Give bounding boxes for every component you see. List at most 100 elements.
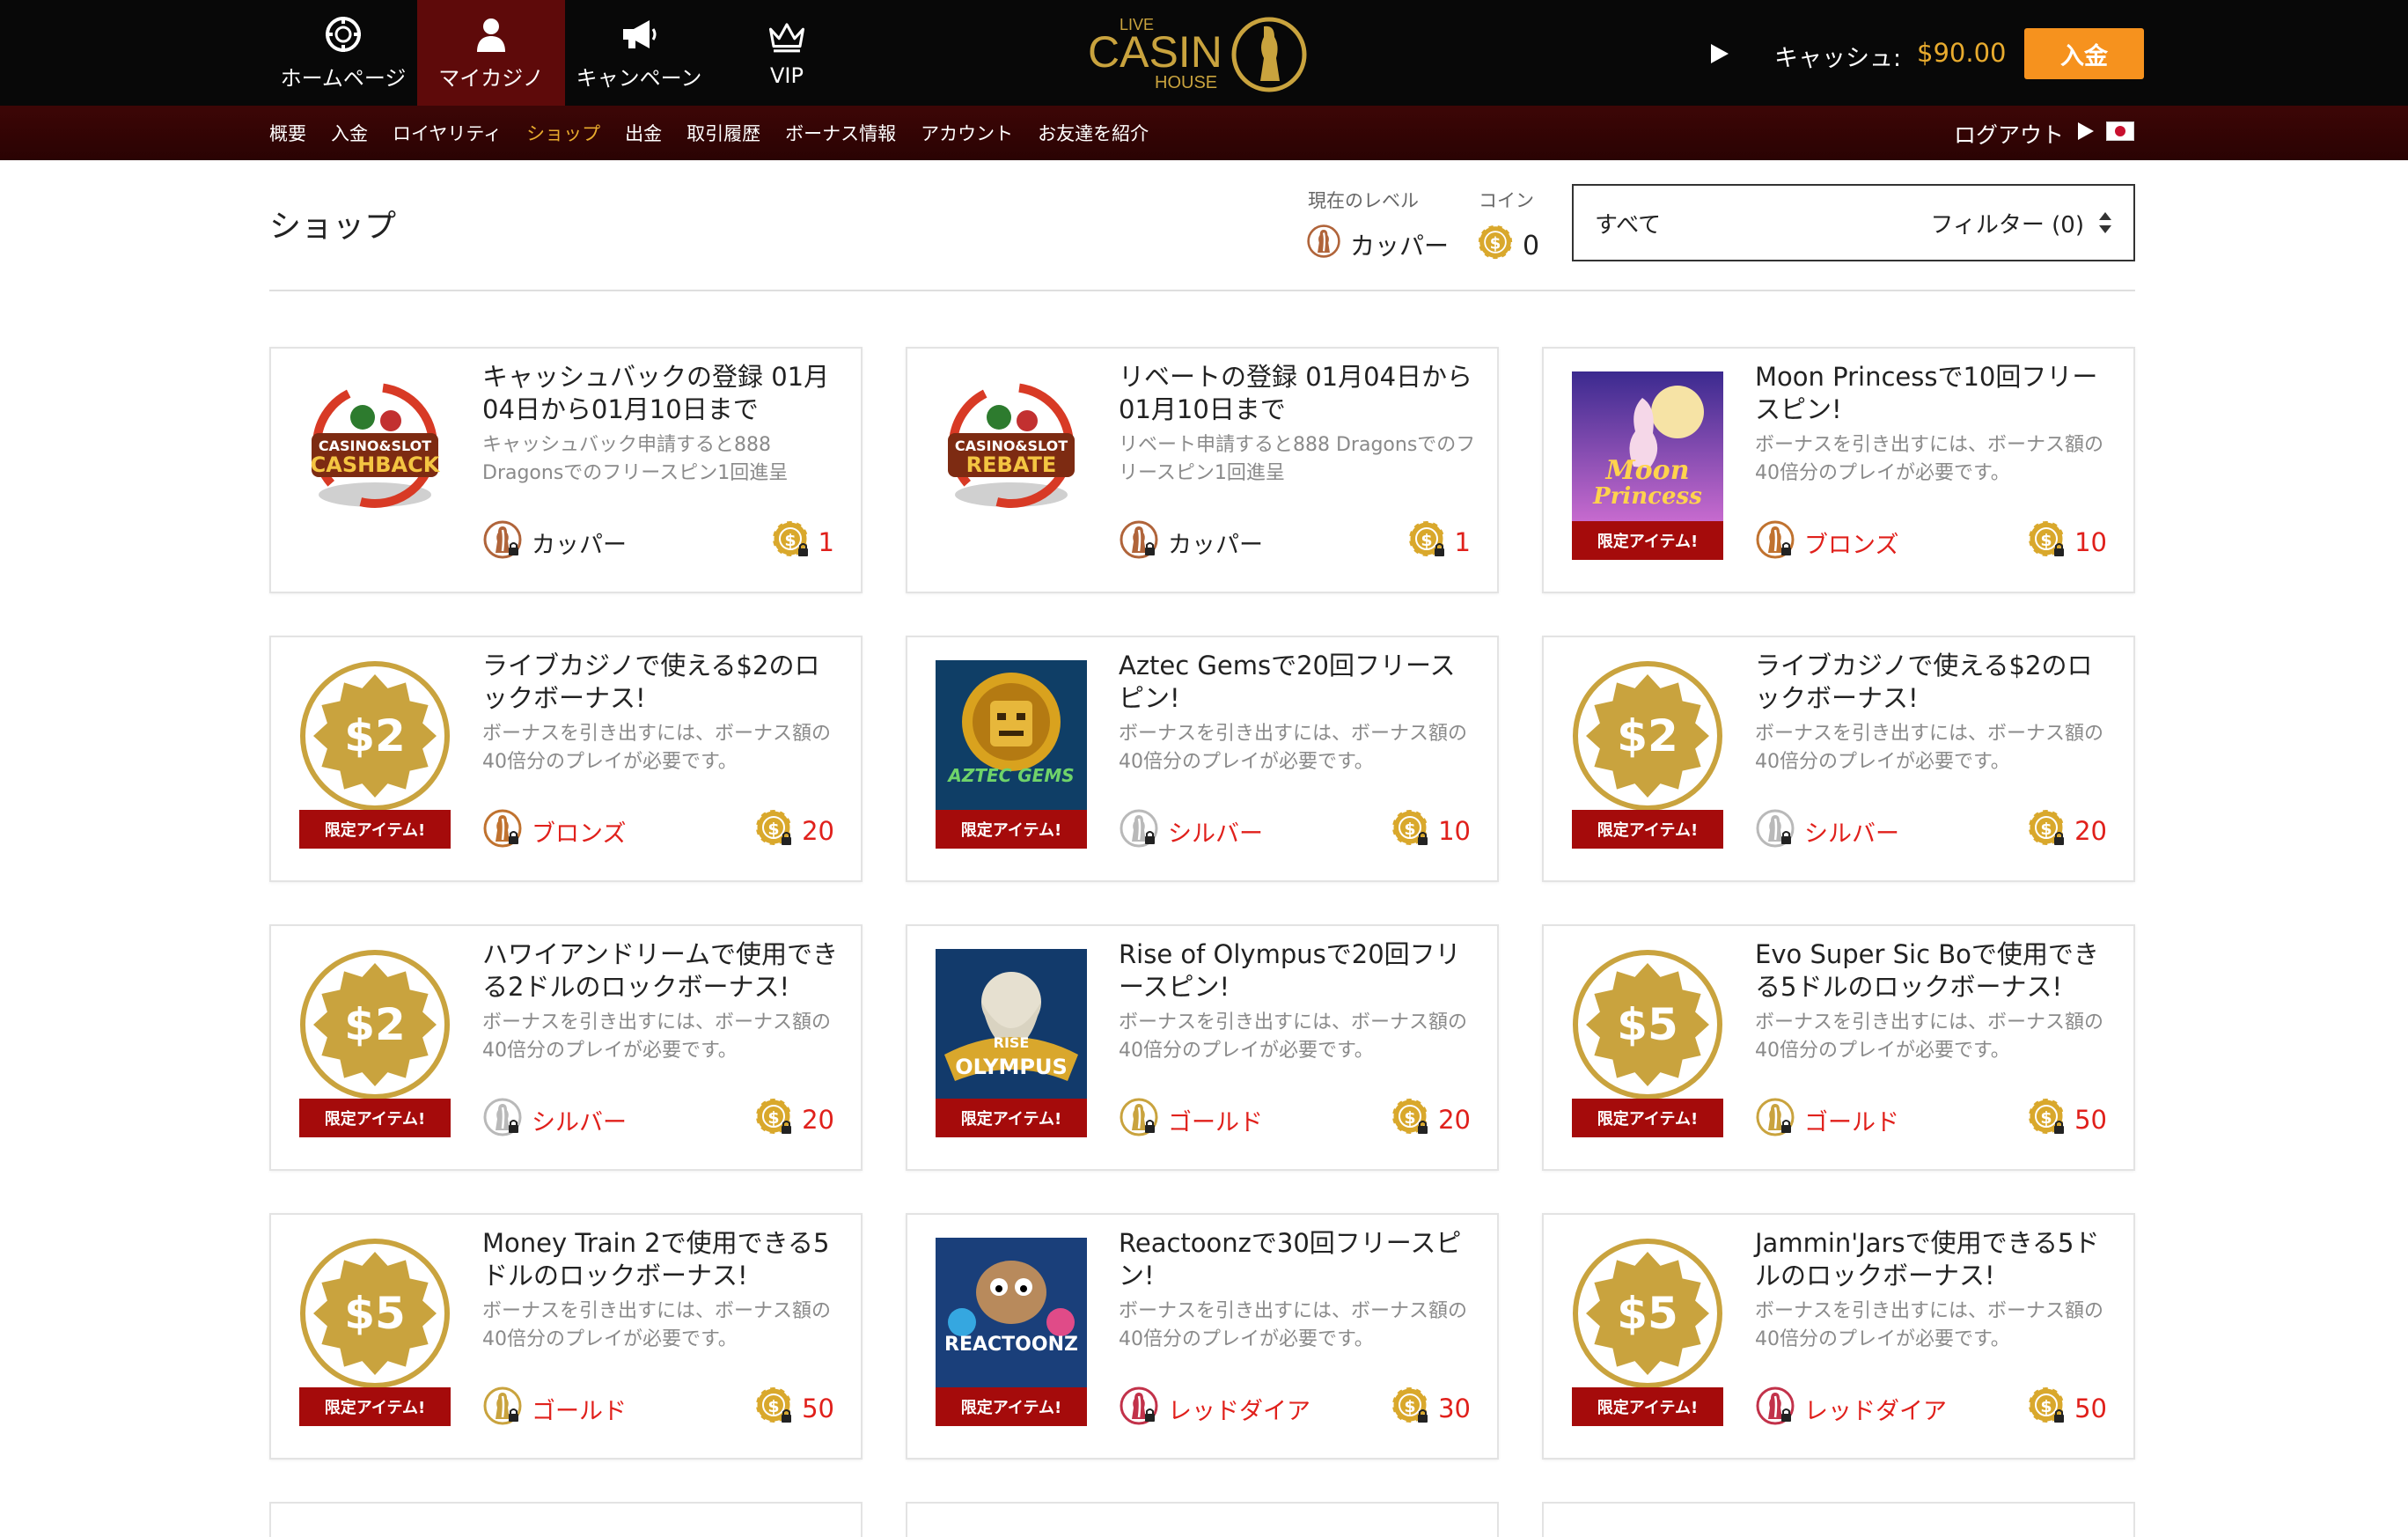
item-cost-value: 50 [2074, 1105, 2107, 1135]
required-tier-label: ゴールド [532, 1397, 627, 1425]
sort-arrows-icon [2098, 210, 2112, 235]
shop-item-card[interactable]: $5 Money Train 2で使用できる5ドルのロックボーナス! ボーナスを引き… [269, 1213, 863, 1460]
current-level: カッパー [1306, 224, 1449, 265]
shop-item-card[interactable]: $2 ハワイアンドリームで使用できる2ドルのロックボーナス! ボーナスを引き出すには… [269, 924, 863, 1171]
limited-item-badge: 限定アイテム! [299, 1099, 451, 1137]
limited-item-badge: 限定アイテム! [299, 810, 451, 849]
gold-tier-lock-icon [1755, 1097, 1795, 1144]
shop-item-card[interactable]: AZTEC GEMS Aztec Gemsで20回フリースピン! ボーナスを引き出す… [906, 636, 1499, 882]
limited-item-badge: 限定アイテム! [936, 1099, 1087, 1137]
item-title: Money Train 2で使用できる5ドルのロックボーナス! [482, 1228, 830, 1291]
shop-item-card[interactable]: $5 Evo Super Sic Boで使用できる5ドルのロックボーナス! ボーナス… [1542, 924, 2135, 1171]
item-cost-value: 20 [802, 816, 834, 846]
shop-item-card[interactable]: REACTOONZ Reactoonzで30回フリースピン! ボーナスを引き出すには… [906, 1213, 1499, 1460]
item-cost: $10 [1391, 808, 1471, 852]
coin-lock-icon: $ [2027, 1097, 2067, 1144]
shop-item-card[interactable]: $2 ライブカジノで使える$2のロックボーナス! ボーナスを引き出すには、ボーナス額… [269, 636, 863, 882]
user-icon [472, 15, 510, 54]
nav-campaign[interactable]: キャンペーン [565, 0, 713, 106]
subnav-account[interactable]: アカウント [921, 120, 1013, 146]
shop-item-card[interactable]: Moon Princess Moon Princessで10回フリースピン! ボーナス… [1542, 347, 2135, 593]
live-casino-house-logo[interactable]: LIVE CASIN HOUSE [1088, 7, 1317, 99]
deposit-button[interactable]: 入金 [2024, 28, 2144, 79]
limited-item-badge: 限定アイテム! [936, 810, 1087, 849]
item-cost-value: 20 [1438, 1105, 1471, 1135]
coin-lock-icon: $ [1391, 1386, 1431, 1432]
red-diamond-tier-lock-icon [1755, 1386, 1795, 1432]
required-tier-label: ブロンズ [1804, 531, 1899, 559]
required-tier-label: シルバー [1804, 820, 1899, 848]
subnav-overview[interactable]: 概要 [269, 120, 306, 146]
japan-flag-icon[interactable] [2106, 121, 2134, 141]
header-divider [269, 290, 2135, 291]
logo-casino-text: CASIN [1088, 27, 1222, 77]
logo-house-text: HOUSE [1155, 73, 1217, 92]
limited-item-badge: 限定アイテム! [1572, 1099, 1723, 1137]
subnav-bonus-info[interactable]: ボーナス情報 [785, 120, 896, 146]
dollar-badge-image: $2 [1572, 660, 1723, 812]
item-cost: $20 [1391, 1097, 1471, 1141]
shop-item-card[interactable]: $2 ライブカジノで使える$2のロックボーナス! ボーナスを引き出すには、ボーナス額… [1542, 636, 2135, 882]
subnav-loyalty[interactable]: ロイヤリティ [393, 120, 502, 146]
item-description: ボーナスを引き出すには、ボーナス額の40倍分のプレイが必要です。 [482, 1011, 832, 1062]
shop-item-card[interactable]: RISE OLYMPUS Rise of Olympusで20回フリースピン! ボーナ… [906, 924, 1499, 1171]
play-icon[interactable] [2075, 121, 2095, 141]
megaphone-icon [620, 15, 658, 54]
item-title: ライブカジノで使える$2のロックボーナス! [482, 651, 820, 713]
shop-item-card-partial[interactable] [1542, 1502, 2135, 1537]
top-bar: ホームページ マイカジノ キャンペーン VIP LIVE CASIN HOUSE [0, 0, 2408, 106]
required-tier-label: レッドダイア [1804, 1397, 1947, 1425]
badge-amount-text: $2 [1617, 710, 1678, 761]
nav-vip[interactable]: VIP [713, 0, 861, 106]
item-title: Aztec Gemsで20回フリースピン! [1119, 651, 1456, 713]
shop-item-card-partial[interactable] [906, 1502, 1499, 1537]
subnav-refer-friend[interactable]: お友達を紹介 [1038, 120, 1149, 146]
coin-balance: $ 0 [1477, 224, 1539, 268]
filter-select[interactable]: すべて フィルター (0) [1572, 184, 2135, 261]
play-icon[interactable] [1707, 42, 1730, 65]
chip-icon [324, 15, 363, 54]
game-logo-text: Moon [1604, 455, 1689, 486]
subnav-withdraw[interactable]: 出金 [625, 120, 662, 146]
game-aztec-gems-image: AZTEC GEMS [936, 660, 1087, 812]
item-title: Moon Princessで10回フリースピン! [1755, 362, 2098, 424]
subnav-shop[interactable]: ショップ [526, 120, 600, 146]
svg-text:$: $ [767, 1108, 779, 1128]
shop-item-card-partial[interactable] [269, 1502, 863, 1537]
item-title: Reactoonzで30回フリースピン! [1119, 1228, 1462, 1291]
required-tier-label: カッパー [532, 531, 627, 559]
nav-campaign-label: キャンペーン [576, 65, 702, 91]
item-cost: $30 [1391, 1386, 1471, 1432]
badge-amount-text: $5 [344, 1288, 406, 1339]
shop-item-card[interactable]: $5 Jammin'Jarsで使用できる5ドルのロックボーナス! ボーナスを引き出す… [1542, 1213, 2135, 1460]
required-tier-label: ブロンズ [532, 820, 627, 848]
limited-item-badge: 限定アイテム! [1572, 521, 1723, 560]
required-tier: ゴールド [1755, 1097, 1899, 1144]
nav-home-label: ホームページ [280, 65, 407, 91]
subnav-deposit[interactable]: 入金 [331, 120, 368, 146]
item-description: ボーナスを引き出すには、ボーナス額の40倍分のプレイが必要です。 [482, 1300, 832, 1350]
gold-tier-lock-icon [482, 1386, 523, 1432]
item-title: キャッシュバックの登録 01月04日から01月10日まで [482, 362, 830, 424]
nav-home[interactable]: ホームページ [269, 0, 417, 106]
svg-text:$: $ [2040, 1108, 2052, 1128]
page-title: ショップ [269, 209, 397, 245]
shop-item-card[interactable]: CASINO&SLOT REBATE リベートの登録 01月04日から01月10日ま… [906, 347, 1499, 593]
item-cost-value: 10 [2074, 527, 2107, 557]
required-tier: レッドダイア [1119, 1386, 1310, 1430]
game-logo-text: REACTOONZ [944, 1334, 1078, 1356]
nav-my-casino[interactable]: マイカジノ [417, 0, 565, 106]
item-description: ボーナスを引き出すには、ボーナス額の40倍分のプレイが必要です。 [1755, 1011, 2104, 1062]
shop-item-card[interactable]: CASINO&SLOT CASHBACK キャッシュバックの登録 01月04日から0… [269, 347, 863, 593]
bronze-tier-lock-icon [1755, 519, 1795, 566]
dollar-badge-image: $5 [1572, 1238, 1723, 1389]
item-cost: $20 [754, 808, 834, 852]
coin-lock-icon: $ [2027, 808, 2067, 855]
svg-text:$: $ [1404, 1108, 1415, 1128]
game-logo-text: RISE [994, 1034, 1030, 1051]
required-tier: シルバー [1119, 809, 1263, 852]
logout-link[interactable]: ログアウト [1954, 118, 2064, 150]
item-description: キャッシュバック申請すると888 Dragonsでのフリースピン1回進呈 [482, 434, 789, 484]
current-level-value: カッパー [1350, 231, 1450, 261]
subnav-transactions[interactable]: 取引履歴 [686, 120, 760, 146]
